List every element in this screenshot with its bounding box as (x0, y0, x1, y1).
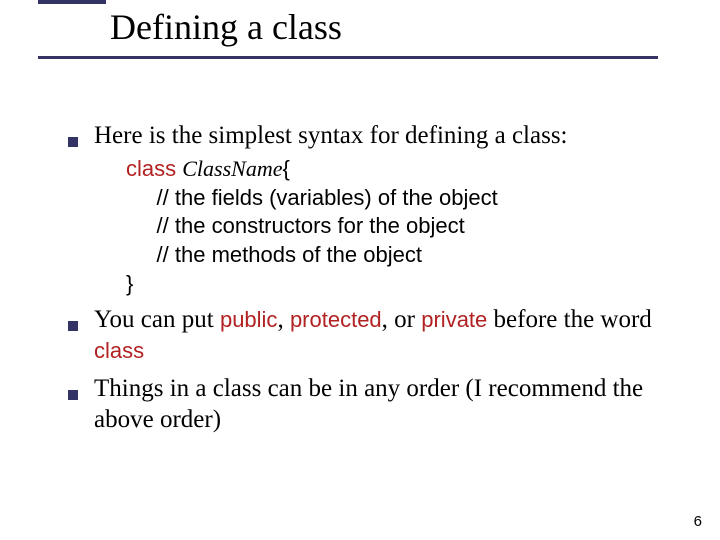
slide: Defining a class Here is the simplest sy… (0, 0, 720, 540)
keyword-public: public (220, 307, 277, 332)
code-line-constructors: // the constructors for the object (126, 212, 668, 241)
brace-open: { (283, 156, 290, 181)
bullet-1-text: Here is the simplest syntax for defining… (94, 120, 568, 151)
bullet-item-2: You can put public, protected, or privat… (68, 304, 668, 367)
keyword-class-inline: class (94, 338, 144, 363)
content-area: Here is the simplest syntax for defining… (68, 120, 668, 435)
bullet-item-3: Things in a class can be in any order (I… (68, 373, 668, 436)
keyword-private: private (421, 307, 487, 332)
code-line-close: } (126, 270, 668, 299)
bullet-3-text: Things in a class can be in any order (I… (94, 373, 668, 436)
title-accent-bar-top (38, 0, 106, 4)
code-line-open: class ClassName{ (126, 155, 668, 184)
b2-sep2: , or (382, 306, 422, 333)
classname-italic: ClassName (182, 156, 282, 181)
bullet-square-icon (68, 321, 78, 331)
bullet-2-text: You can put public, protected, or privat… (94, 304, 652, 367)
title-underline-bar (38, 56, 658, 59)
slide-title: Defining a class (110, 6, 342, 48)
code-line-methods: // the methods of the object (126, 241, 668, 270)
b2-after: before the word (487, 306, 652, 333)
bullet-square-icon (68, 137, 78, 147)
b2-sep1: , (277, 306, 290, 333)
keyword-class: class (126, 156, 182, 181)
page-number: 6 (694, 513, 702, 530)
code-block: class ClassName{ // the fields (variable… (126, 155, 668, 298)
bullet-square-icon (68, 390, 78, 400)
bullet-item-1: Here is the simplest syntax for defining… (68, 120, 668, 151)
b2-pre: You can put (94, 306, 220, 333)
keyword-protected: protected (290, 307, 382, 332)
code-line-fields: // the fields (variables) of the object (126, 184, 668, 213)
